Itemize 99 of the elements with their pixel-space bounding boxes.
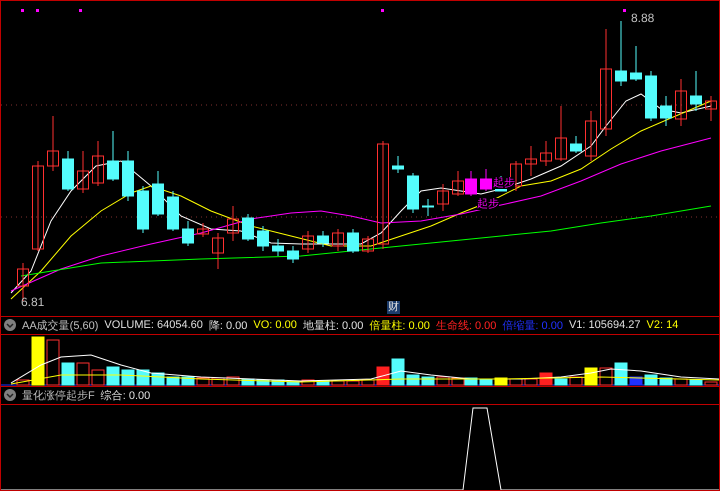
candlestick <box>615 20 627 86</box>
volume-bar <box>406 374 420 386</box>
candlestick <box>645 70 657 122</box>
candlestick <box>62 150 74 192</box>
candlestick <box>152 170 164 216</box>
volume-bar <box>46 339 60 386</box>
volume-bar <box>272 379 284 386</box>
volume-bar <box>422 376 434 386</box>
candlestick <box>525 146 537 176</box>
candlestick <box>660 96 672 126</box>
candlestick <box>167 190 179 232</box>
signal-label: 起步 <box>477 198 499 210</box>
volume-bar <box>376 366 390 386</box>
marker-badge: 财 <box>387 301 400 314</box>
collapse-icon[interactable] <box>4 389 16 402</box>
volume-bar <box>332 380 344 386</box>
candlestick <box>92 140 104 186</box>
volume-bar <box>316 380 330 386</box>
candlestick <box>585 110 597 162</box>
volume-bar <box>92 369 104 386</box>
volume-bar <box>62 362 74 386</box>
volume-bar <box>704 381 718 386</box>
candlestick <box>690 70 702 112</box>
candlestick <box>347 228 359 254</box>
candlestick <box>137 186 149 234</box>
volume-bar <box>196 377 210 386</box>
candlestick <box>480 168 492 192</box>
volume-bar <box>600 367 612 386</box>
volume-bar <box>510 378 522 386</box>
candlestick <box>302 230 314 254</box>
candlestick <box>107 130 119 182</box>
candlestick <box>362 236 374 254</box>
candlestick <box>465 170 477 196</box>
volume-bar <box>480 379 492 386</box>
indicator-title: 量化涨停起步F <box>22 388 95 403</box>
candlestick <box>182 220 194 246</box>
signal-label: 起步 <box>493 177 515 189</box>
volume-bar <box>226 376 240 386</box>
indicator-title: AA成交量(5,60) <box>22 318 98 333</box>
volume-bar <box>166 376 180 386</box>
volume-bar <box>362 379 374 386</box>
high-price-label: 8.88 <box>631 11 654 25</box>
candlestick <box>272 238 284 256</box>
volume-bar <box>452 377 464 386</box>
volume-bar <box>302 379 314 386</box>
indicator-value: VOLUME: 64054.60 <box>104 319 203 332</box>
indicator-value: 倍量柱: 0.00 <box>369 318 430 333</box>
candlestick <box>452 170 464 196</box>
indicator-value: V1: 105694.27 <box>568 319 641 332</box>
volume-bar <box>106 366 120 386</box>
candlestick <box>570 136 582 154</box>
volume-bar <box>16 379 30 386</box>
volume-bar <box>674 378 688 386</box>
volume-bar <box>584 367 598 386</box>
candlestick <box>227 206 239 242</box>
volume-bar <box>212 377 224 386</box>
candlestick <box>197 222 209 238</box>
volume-bar <box>554 378 568 386</box>
indicator-value: 地量柱: 0.00 <box>302 318 364 333</box>
candlestick <box>212 232 224 270</box>
candlestick <box>257 226 269 252</box>
volume-bar <box>256 379 270 386</box>
volume-bar <box>436 376 450 386</box>
indicator-value: V2: 14 <box>646 319 678 332</box>
indicator-value: 降: 0.00 <box>208 318 248 333</box>
volume-bar <box>524 378 538 386</box>
volume-bar <box>570 376 582 386</box>
candlestick <box>437 184 449 212</box>
candlestick <box>555 106 567 162</box>
candlestick <box>317 230 329 248</box>
volume-bar <box>32 336 44 386</box>
indicator-value: VO: 0.00 <box>253 319 297 332</box>
volume-bar <box>346 380 360 386</box>
volume-bar <box>286 380 300 386</box>
volume-bar <box>540 372 552 386</box>
candlestick <box>407 172 419 214</box>
low-price-label: 6.81 <box>21 295 44 309</box>
indicator-value: 生命线: 0.00 <box>436 318 496 333</box>
volume-bar <box>76 362 90 386</box>
volume-bar <box>122 369 134 386</box>
candlestick <box>287 246 299 264</box>
candlestick <box>242 214 254 242</box>
indicator-value: 倍缩量: 0.00 <box>502 318 563 333</box>
candlestick <box>540 140 552 166</box>
candlestick <box>630 46 642 82</box>
volume-bar <box>690 379 702 386</box>
volume-bar <box>644 374 658 386</box>
indicator-value: 综合: 0.00 <box>100 388 150 403</box>
candlestick <box>705 96 717 122</box>
candlestick <box>675 78 687 126</box>
candlestick <box>392 156 404 174</box>
volume-bar <box>614 362 628 386</box>
candlestick <box>47 116 59 172</box>
collapse-icon[interactable] <box>4 319 16 332</box>
candlestick <box>332 228 344 252</box>
candlestick <box>422 198 434 216</box>
candlestick <box>77 150 89 194</box>
volume-bar <box>392 358 404 386</box>
candlestick <box>122 150 134 202</box>
